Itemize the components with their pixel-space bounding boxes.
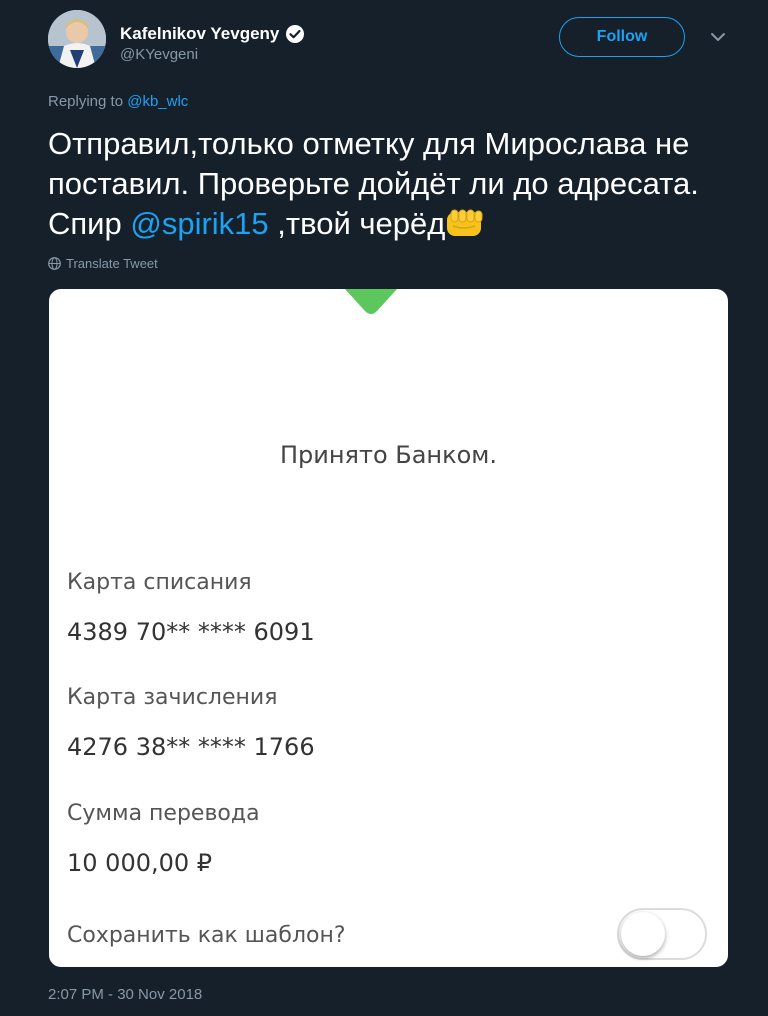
- amount-value: 10 000,00 ₽: [67, 849, 213, 877]
- author-handle[interactable]: @KYevgeni: [120, 46, 198, 63]
- tweet-header: Kafelnikov Yevgeny @KYevgeni Follow: [48, 10, 768, 70]
- success-checkmark-icon: [345, 289, 397, 314]
- verified-badge-icon: [286, 25, 305, 43]
- save-template-toggle[interactable]: [617, 908, 707, 960]
- avatar[interactable]: [48, 10, 106, 68]
- save-template-label: Сохранить как шаблон?: [67, 923, 346, 948]
- tweet-timestamp[interactable]: 2:07 PM - 30 Nov 2018: [48, 986, 202, 1003]
- author-name[interactable]: Kafelnikov Yevgeny: [120, 24, 305, 44]
- tweet-text: Отправил,только отметку для Мирослава не…: [48, 124, 728, 244]
- oncoming-fist-emoji-icon: [447, 209, 483, 236]
- author-name-text: Kafelnikov Yevgeny: [120, 24, 280, 43]
- credit-card-value: 4276 38** **** 1766: [67, 733, 315, 761]
- amount-label: Сумма перевода: [67, 801, 260, 826]
- replying-to: Replying to @kb_wlc: [48, 93, 188, 110]
- tweet-text-part2: ,твой черёд: [268, 206, 446, 241]
- debit-card-value: 4389 70** **** 6091: [67, 618, 315, 646]
- debit-card-label: Карта списания: [67, 570, 252, 595]
- follow-button[interactable]: Follow: [559, 17, 685, 57]
- attached-screenshot[interactable]: Принято Банком. Карта списания 4389 70**…: [49, 289, 728, 967]
- translate-tweet-label: Translate Tweet: [66, 256, 158, 271]
- globe-icon: [48, 257, 61, 270]
- translate-tweet-link[interactable]: Translate Tweet: [48, 256, 158, 271]
- replying-prefix: Replying to: [48, 93, 124, 110]
- toggle-knob: [621, 912, 665, 956]
- transfer-status: Принято Банком.: [279, 441, 498, 469]
- tweet-mention-link[interactable]: @spirik15: [130, 206, 268, 241]
- credit-card-label: Карта зачисления: [67, 685, 278, 710]
- avatar-image: [48, 10, 106, 68]
- chevron-down-icon[interactable]: [708, 27, 728, 47]
- reply-mention-link[interactable]: @kb_wlc: [127, 93, 188, 110]
